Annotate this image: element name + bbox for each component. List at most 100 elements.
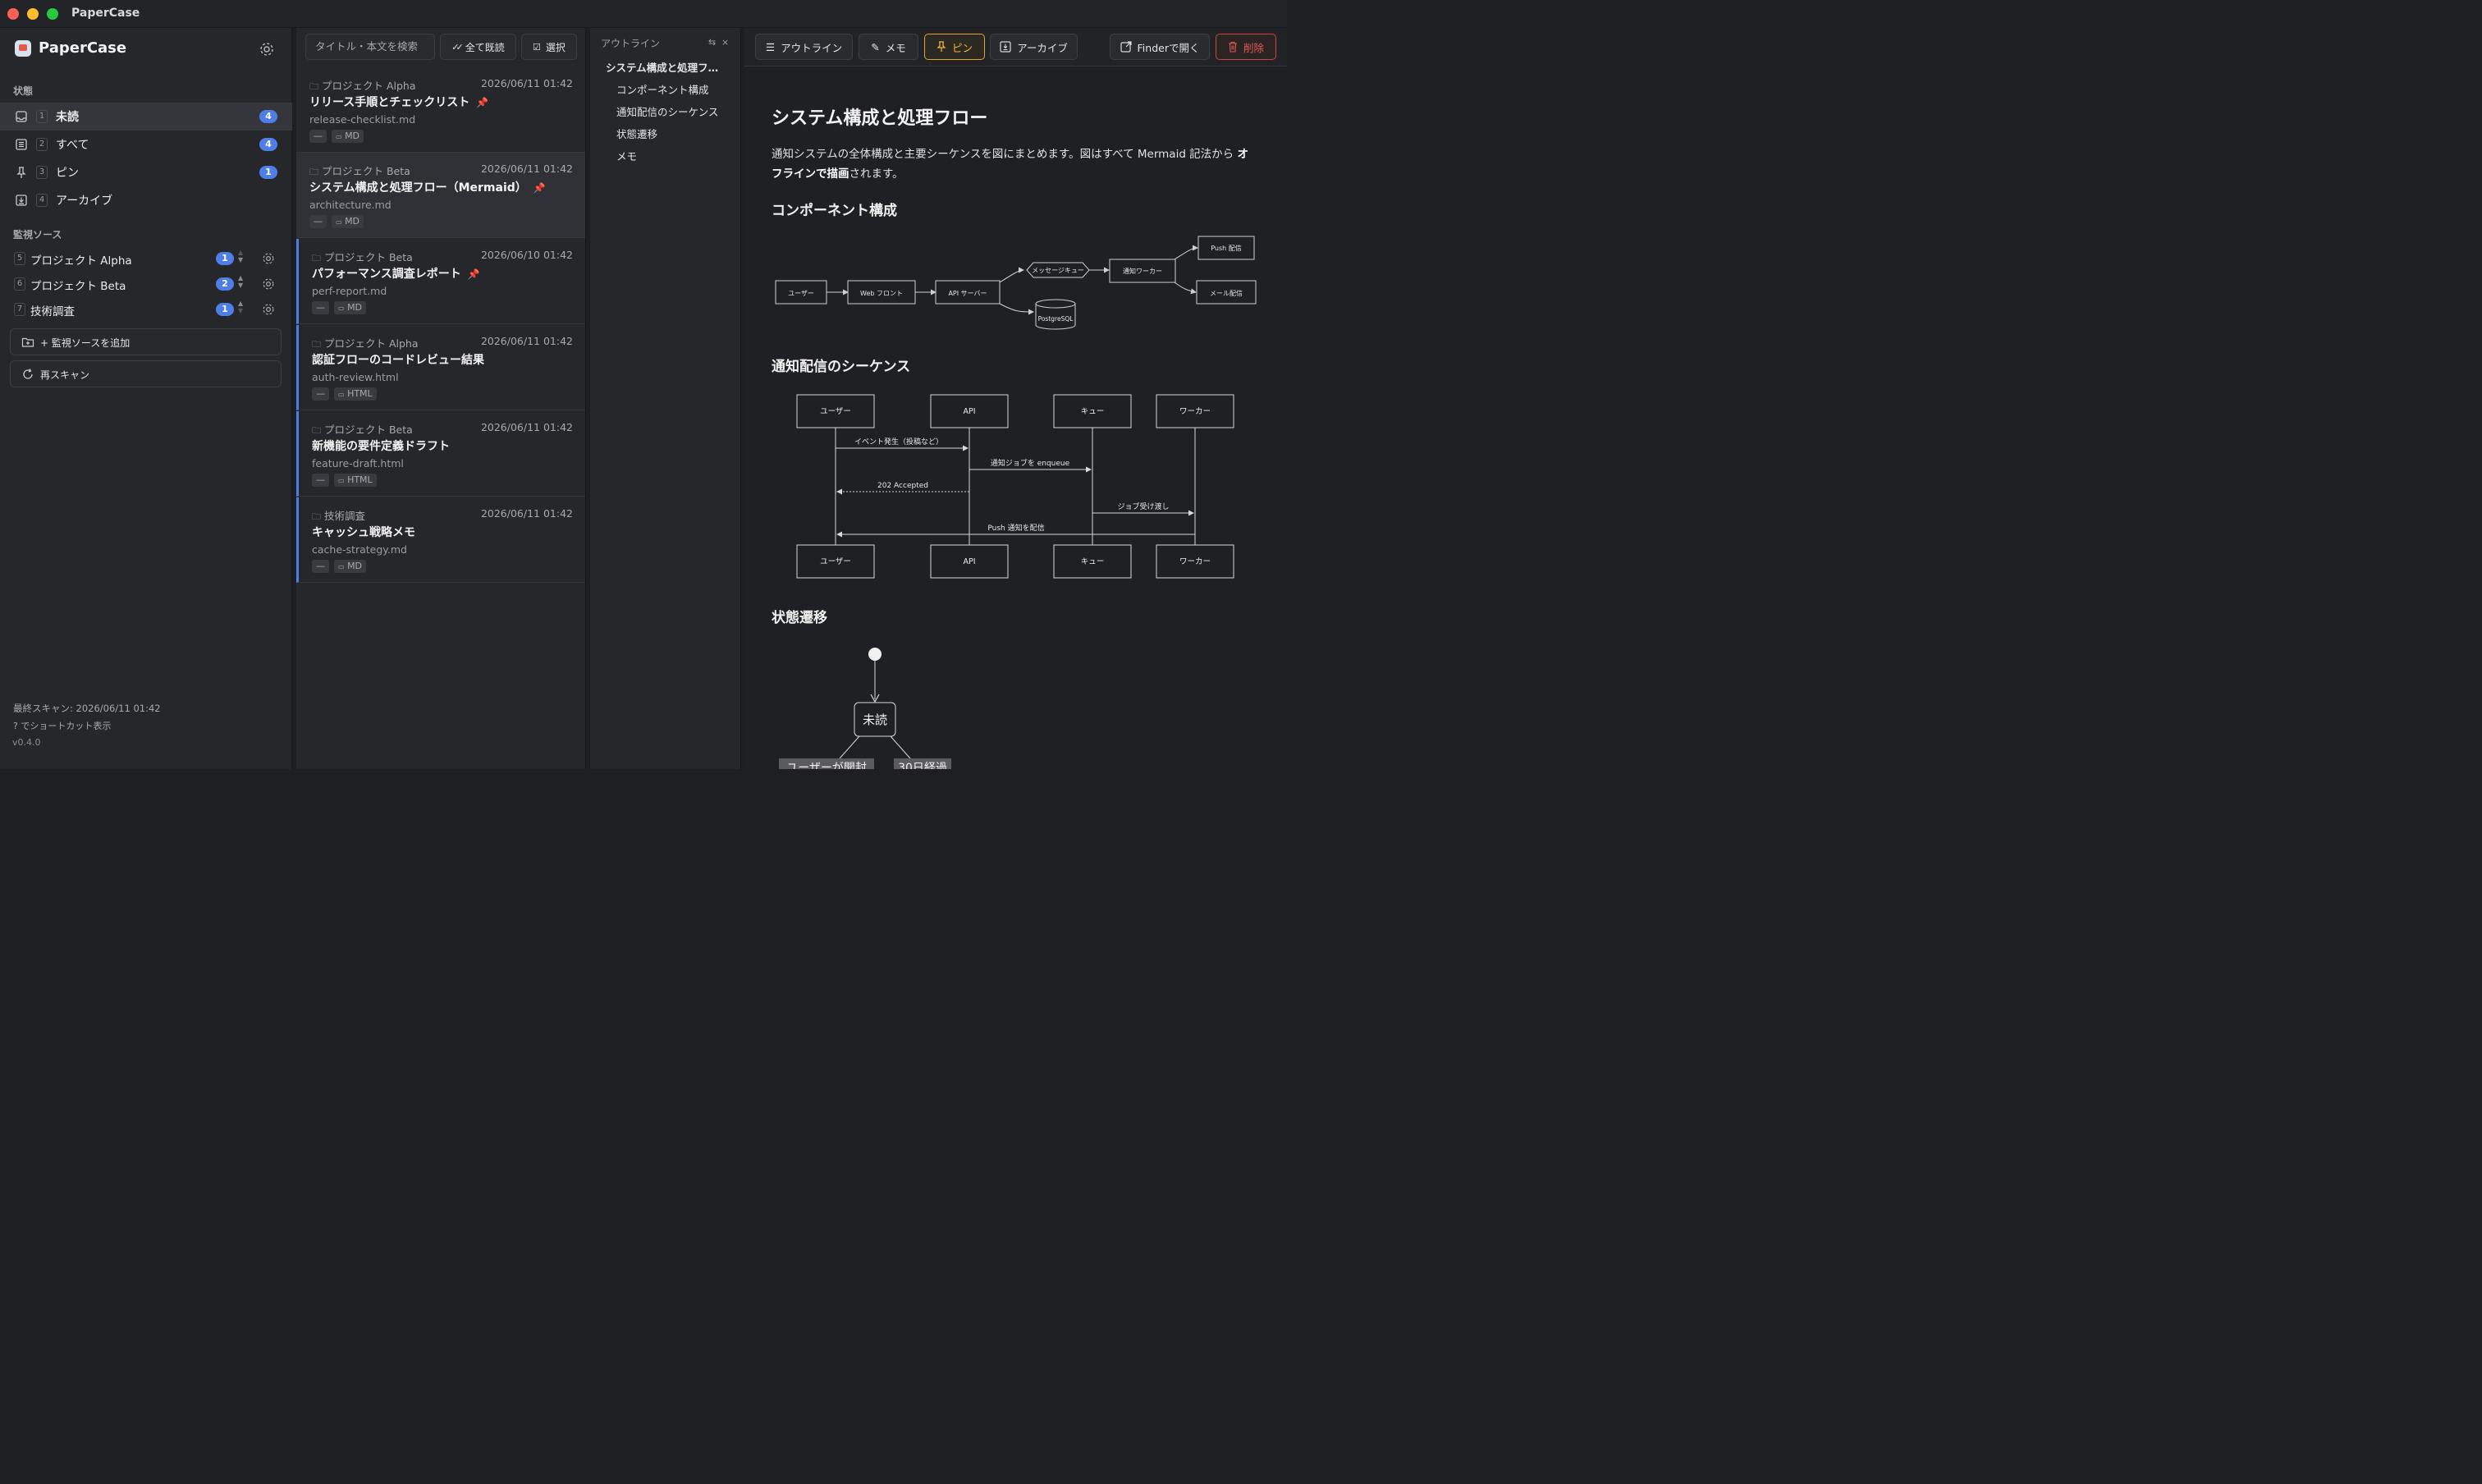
outline-item-sequence[interactable]: 通知配信のシーケンス (616, 103, 718, 119)
card-title-text: 新機能の要件定義ドラフト (312, 440, 450, 453)
document-title: システム構成と処理フロー (772, 108, 988, 129)
nav-item-all[interactable]: 2 すべて 4 (0, 131, 292, 158)
source-item-research[interactable]: 7 技術調査 1 ▲ ▼ (0, 297, 292, 322)
window-titlebar: PaperCase (0, 0, 1287, 28)
document-card[interactable]: 🗀 プロジェクト Beta 2026/06/11 01:42 新機能の要件定義ドラフ… (296, 411, 585, 497)
file-type-icon: ▭ (338, 391, 345, 398)
rescan-label: 再スキャン (40, 369, 90, 381)
card-type-label: MD (345, 216, 360, 227)
source-settings-gear-icon[interactable] (261, 277, 276, 291)
reorder-arrows-icon[interactable]: ▲ ▼ (238, 300, 243, 314)
sequence-diagram: イベント発生（投稿など） 通知ジョブを enqueue 202 Accepted… (796, 394, 1234, 579)
minimize-window-button[interactable] (27, 8, 39, 20)
pin-toggle-button[interactable]: ピン (924, 34, 985, 60)
seq-msg-1: イベント発生（投稿など） (854, 437, 943, 447)
document-viewer: ☰ アウトライン ✎ メモ ピン アーカイブ Finderで開く 削除 システム… (744, 28, 1287, 769)
toggle-outline-button[interactable]: ☰ アウトライン (755, 34, 853, 60)
archive-icon (1000, 41, 1011, 53)
list-icon (16, 139, 27, 150)
source-item-alpha[interactable]: 5 プロジェクト Alpha 1 ▲ ▼ (0, 246, 292, 271)
nav-item-pinned[interactable]: 3 ピン 1 (0, 158, 292, 186)
rescan-button[interactable]: 再スキャン (10, 360, 282, 387)
card-date: 2026/06/11 01:42 (480, 507, 573, 520)
add-source-label: + 監視ソースを追加 (40, 337, 131, 349)
intro-text-a: 通知システムの全体構成と主要シーケンスを図にまとめます。図はすべて Mermai… (772, 148, 1238, 161)
seq-actor-worker: ワーカー (1179, 557, 1211, 566)
close-window-button[interactable] (7, 8, 19, 20)
reorder-arrows-icon[interactable]: ▲ ▼ (238, 249, 243, 263)
card-title-text: 認証フローのコードレビュー結果 (312, 354, 484, 367)
file-type-icon: ▭ (336, 133, 342, 140)
seq-actor-queue: キュー (1081, 407, 1105, 416)
search-input[interactable]: タイトル・本文を検索 (305, 34, 435, 60)
card-type-tag: ▭ HTML (334, 474, 377, 487)
outline-item-memo[interactable]: メモ (616, 148, 637, 163)
pinned-count-badge: 1 (259, 166, 277, 179)
card-tags: — ▭ MD (312, 301, 367, 314)
card-tags: — ▭ HTML (312, 474, 377, 487)
select-button[interactable]: ☑ 選択 (521, 34, 577, 60)
outline-close-icon[interactable]: × (721, 37, 729, 48)
document-card[interactable]: 🗀 プロジェクト Alpha 2026/06/11 01:42 認証フローのコードレ… (296, 325, 585, 410)
source-count-badge: 1 (216, 252, 234, 265)
card-type-tag: ▭ MD (332, 215, 364, 228)
outline-collapse-icon[interactable]: ⇆ (708, 37, 716, 48)
last-scan-text: 最終スキャン: 2026/06/11 01:42 (13, 703, 161, 714)
status-section-label: 状態 (13, 85, 34, 97)
checklist-icon: ☑ (533, 41, 541, 53)
document-card[interactable]: 🗀 プロジェクト Beta 2026/06/11 01:42 システム構成と処理フロ… (296, 153, 585, 238)
source-item-beta[interactable]: 6 プロジェクト Beta 2 ▲ ▼ (0, 272, 292, 296)
folder-plus-icon (21, 337, 34, 347)
source-shortcut-number: 5 (14, 252, 25, 265)
add-source-button[interactable]: + 監視ソースを追加 (10, 328, 282, 355)
outline-item-h1[interactable]: システム構成と処理フ… (606, 59, 718, 75)
pin-icon (16, 167, 26, 178)
source-count-badge: 1 (216, 303, 234, 316)
flow-node-worker-label: 通知ワーカー (1123, 267, 1162, 275)
select-label: 選択 (545, 41, 566, 53)
outline-item-states[interactable]: 状態遷移 (616, 126, 657, 141)
zoom-window-button[interactable] (47, 8, 58, 20)
card-project: 🗀 プロジェクト Alpha (309, 77, 416, 95)
source-shortcut-number: 6 (14, 277, 25, 291)
outline-item-components[interactable]: コンポーネント構成 (616, 81, 709, 97)
state-start-dot (868, 648, 882, 661)
brand: PaperCase (15, 39, 126, 57)
seq-actor-worker: ワーカー (1179, 407, 1211, 416)
flow-node-db (1035, 299, 1076, 330)
card-title: キャッシュ戦略メモ (312, 524, 415, 540)
card-project-name: プロジェクト Alpha (323, 337, 419, 350)
source-settings-gear-icon[interactable] (261, 251, 276, 266)
mark-all-read-button[interactable]: ✓✓ 全て既読 (440, 34, 516, 60)
card-date: 2026/06/11 01:42 (480, 335, 573, 347)
document-card[interactable]: 🗀 技術調査 2026/06/11 01:42 キャッシュ戦略メモ cache-str… (296, 497, 585, 583)
archive-button[interactable]: アーカイブ (990, 34, 1078, 60)
card-title-text: パフォーマンス調査レポート (312, 268, 461, 281)
outline-button-label: アウトライン (781, 41, 843, 54)
flow-node-web-label: Web フロント (860, 290, 903, 297)
card-type-tag: ▭ HTML (334, 387, 377, 401)
nav-item-unread[interactable]: 1 未読 4 (0, 103, 292, 131)
pin-button-label: ピン (951, 41, 973, 54)
nav-item-archive[interactable]: 4 アーカイブ (0, 186, 292, 214)
card-project-name: プロジェクト Beta (321, 165, 410, 177)
document-card[interactable]: 🗀 プロジェクト Beta 2026/06/10 01:42 パフォーマンス調査レポ… (296, 239, 585, 324)
card-dash-tag: — (312, 387, 329, 401)
card-title: パフォーマンス調査レポート 📌 (312, 265, 480, 282)
settings-gear-icon[interactable] (259, 41, 275, 57)
source-shortcut-number: 7 (14, 303, 25, 316)
card-project-name: プロジェクト Beta (323, 251, 413, 263)
card-dash-tag: — (309, 215, 327, 228)
seq-actor-queue: キュー (1081, 557, 1105, 566)
delete-button[interactable]: 削除 (1216, 34, 1276, 60)
card-date: 2026/06/11 01:42 (480, 77, 573, 89)
nav-label: すべて (56, 139, 89, 152)
document-list-pane: タイトル・本文を検索 ✓✓ 全て既読 ☑ 選択 🗀 プロジェクト Alpha 20… (296, 28, 586, 769)
document-card[interactable]: 🗀 プロジェクト Alpha 2026/06/11 01:42 リリース手順とチェッ… (296, 67, 585, 153)
flow-node-push-label: Push 配信 (1211, 244, 1242, 252)
reorder-arrows-icon[interactable]: ▲ ▼ (238, 274, 243, 289)
open-in-finder-button[interactable]: Finderで開く (1110, 34, 1210, 60)
card-title: 認証フローのコードレビュー結果 (312, 351, 484, 368)
memo-button[interactable]: ✎ メモ (859, 34, 918, 60)
source-settings-gear-icon[interactable] (261, 302, 276, 317)
